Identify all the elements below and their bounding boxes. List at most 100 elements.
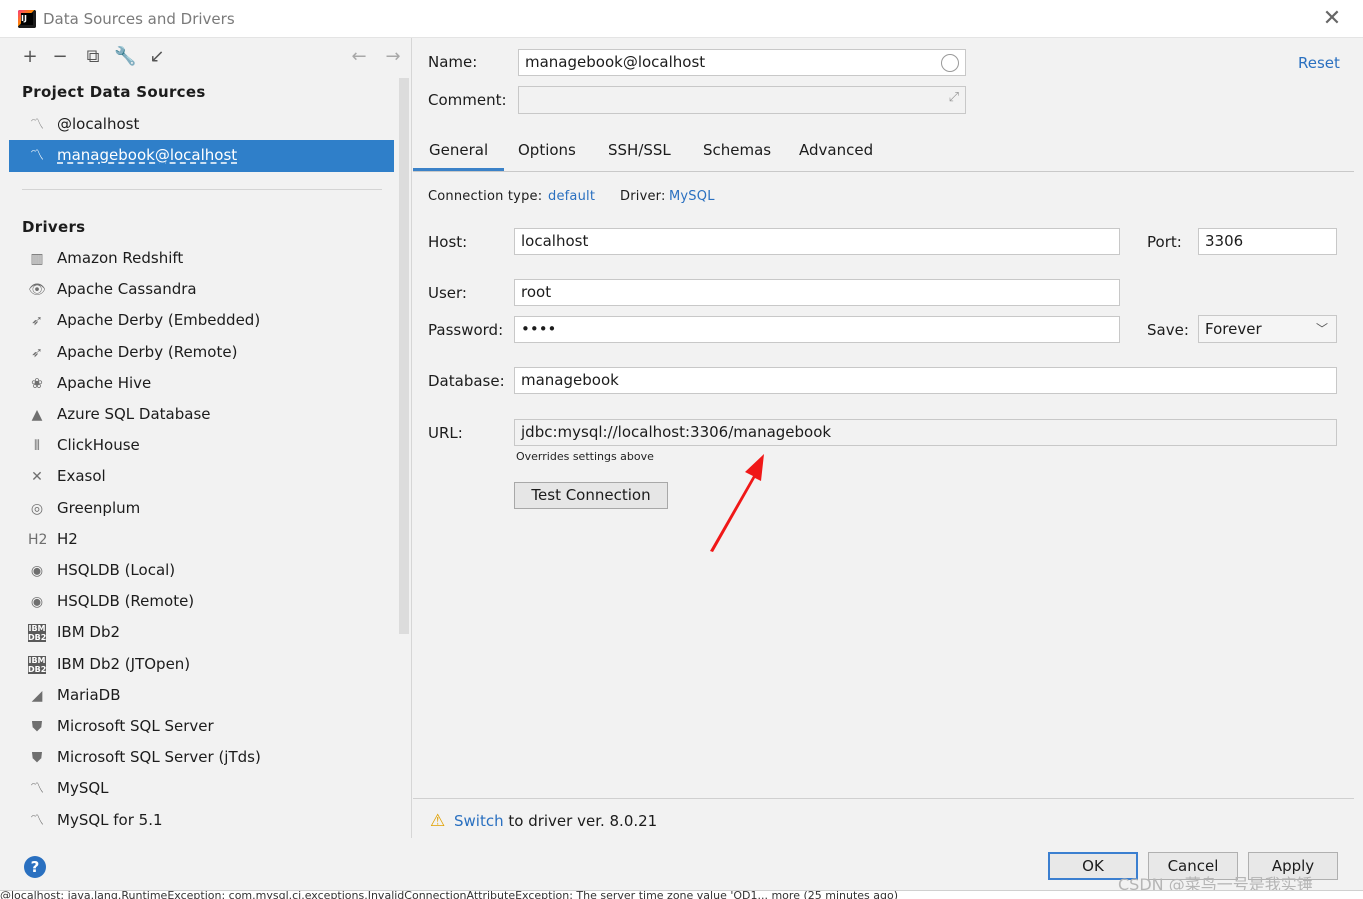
color-circle-icon[interactable]: [941, 54, 959, 72]
driver-label: ClickHouse: [57, 436, 140, 454]
close-icon[interactable]: ✕: [1320, 8, 1344, 32]
port-input[interactable]: 3306: [1198, 228, 1337, 255]
driver-label: Exasol: [57, 467, 106, 485]
data-source-managebook[interactable]: 〽 managebook@localhost: [9, 140, 394, 172]
import-icon[interactable]: ↙: [146, 46, 168, 68]
window-title: Data Sources and Drivers: [43, 10, 235, 28]
save-label: Save:: [1147, 321, 1189, 339]
project-data-sources-title: Project Data Sources: [22, 83, 206, 101]
hsqldb-icon: ◉: [30, 594, 44, 610]
data-source-label: managebook@localhost: [57, 146, 238, 164]
connection-type-label: Connection type:: [428, 189, 543, 204]
driver-item[interactable]: ➶ Apache Derby (Remote): [9, 338, 394, 369]
driver-label: IBM Db2 (JTOpen): [57, 655, 191, 673]
reset-link[interactable]: Reset: [1298, 54, 1340, 72]
help-icon[interactable]: ?: [24, 856, 46, 878]
cassandra-icon: 👁: [28, 282, 46, 298]
mysql-icon: 〽: [30, 813, 44, 829]
add-icon[interactable]: +: [19, 46, 41, 68]
driver-label: H2: [57, 530, 78, 548]
remove-icon[interactable]: −: [49, 46, 71, 68]
url-label: URL:: [428, 424, 463, 442]
user-input[interactable]: root: [514, 279, 1120, 306]
redshift-icon: ▥: [30, 251, 44, 267]
wrench-icon[interactable]: 🔧: [114, 46, 136, 68]
driver-item[interactable]: ⛊ Microsoft SQL Server: [9, 712, 394, 743]
hive-icon: ❀: [31, 376, 43, 392]
driver-item[interactable]: ◉ HSQLDB (Remote): [9, 587, 394, 618]
driver-label: Greenplum: [57, 499, 141, 517]
password-input[interactable]: ••••: [514, 316, 1120, 343]
driver-item[interactable]: 〽 MySQL for 5.1: [9, 806, 394, 837]
warning-text: to driver ver. 8.0.21: [503, 812, 658, 830]
warning-divider: [413, 798, 1354, 799]
url-input[interactable]: jdbc:mysql://localhost:3306/managebook: [514, 419, 1337, 446]
driver-item[interactable]: H2 H2: [9, 525, 394, 556]
driver-item[interactable]: ➶ Apache Derby (Embedded): [9, 306, 394, 337]
data-source-localhost[interactable]: 〽 @localhost: [9, 109, 394, 141]
password-label: Password:: [428, 321, 504, 339]
driver-label: Azure SQL Database: [57, 405, 211, 423]
driver-item[interactable]: ✕ Exasol: [9, 462, 394, 493]
mysql-icon: 〽: [30, 148, 44, 164]
derby-icon: ➶: [31, 345, 43, 361]
driver-label: Microsoft SQL Server (jTds): [57, 748, 261, 766]
app-icon: IJ: [18, 10, 36, 28]
host-input[interactable]: localhost: [514, 228, 1120, 255]
greenplum-icon: ◎: [30, 501, 44, 517]
duplicate-icon[interactable]: ⧉: [82, 46, 104, 68]
arrow-shape: [710, 454, 764, 552]
db2-icon: IBM DB2: [28, 656, 47, 674]
driver-label: Apache Derby (Remote): [57, 343, 238, 361]
driver-item[interactable]: ◢ MariaDB: [9, 681, 394, 712]
tab-ssh-ssl[interactable]: SSH/SSL: [608, 141, 671, 171]
expand-icon[interactable]: ⤢: [949, 90, 959, 105]
tab-schemas[interactable]: Schemas: [703, 141, 771, 171]
chevron-down-icon: ﹀: [1315, 322, 1328, 336]
driver-label: HSQLDB (Remote): [57, 592, 195, 610]
tab-general[interactable]: General: [413, 141, 505, 171]
mysql-icon: 〽: [30, 781, 44, 797]
save-dropdown[interactable]: Forever ﹀: [1198, 315, 1337, 343]
driver-item[interactable]: ◉ HSQLDB (Local): [9, 556, 394, 587]
database-input[interactable]: managebook: [514, 367, 1337, 394]
forward-arrow-icon[interactable]: →: [382, 46, 404, 68]
user-label: User:: [428, 284, 467, 302]
scrollbar[interactable]: [399, 78, 409, 634]
driver-item[interactable]: 〽 MySQL: [9, 774, 394, 805]
database-label: Database:: [428, 372, 505, 390]
name-field[interactable]: managebook@localhost: [518, 49, 966, 76]
connection-type-link[interactable]: default: [548, 189, 595, 204]
left-panel: + − ⧉ 🔧 ↙ ← → Project Data Sources 〽 @lo…: [9, 38, 412, 838]
back-arrow-icon[interactable]: ←: [348, 46, 370, 68]
tab-options[interactable]: Options: [518, 141, 576, 171]
driver-item[interactable]: ◎ Greenplum: [9, 494, 394, 525]
port-label: Port:: [1147, 233, 1182, 251]
hsqldb-icon: ◉: [30, 563, 44, 579]
comment-field[interactable]: ⤢: [518, 86, 966, 114]
driver-item[interactable]: ⦀ ClickHouse: [9, 431, 394, 462]
driver-label: Apache Derby (Embedded): [57, 311, 261, 329]
driver-item[interactable]: ❀ Apache Hive: [9, 369, 394, 400]
driver-item[interactable]: 👁 Apache Cassandra: [9, 275, 394, 306]
warning-icon: ⚠: [430, 811, 446, 831]
test-connection-button[interactable]: Test Connection: [514, 482, 668, 509]
driver-label: Driver:: [620, 189, 666, 204]
switch-link[interactable]: Switch: [454, 812, 504, 830]
warning-message: Switch to driver ver. 8.0.21: [454, 812, 657, 830]
url-note: Overrides settings above: [516, 450, 654, 463]
driver-label: MariaDB: [57, 686, 121, 704]
driver-item[interactable]: IBM DB2 IBM Db2 (JTOpen): [9, 650, 394, 681]
driver-item[interactable]: ⛊ Microsoft SQL Server (jTds): [9, 743, 394, 774]
clickhouse-icon: ⦀: [33, 438, 41, 454]
derby-icon: ➶: [31, 313, 43, 329]
driver-link[interactable]: MySQL: [669, 189, 715, 204]
driver-label: HSQLDB (Local): [57, 561, 176, 579]
driver-item[interactable]: ▲ Azure SQL Database: [9, 400, 394, 431]
red-arrow-annotation: [710, 454, 764, 552]
driver-item[interactable]: IBM DB2 IBM Db2: [9, 618, 394, 649]
sqlserver-icon: ⛊: [31, 750, 43, 766]
driver-item[interactable]: ▥ Amazon Redshift: [9, 244, 394, 275]
tab-advanced[interactable]: Advanced: [799, 141, 873, 171]
right-panel: Name: managebook@localhost Reset Comment…: [413, 38, 1354, 838]
